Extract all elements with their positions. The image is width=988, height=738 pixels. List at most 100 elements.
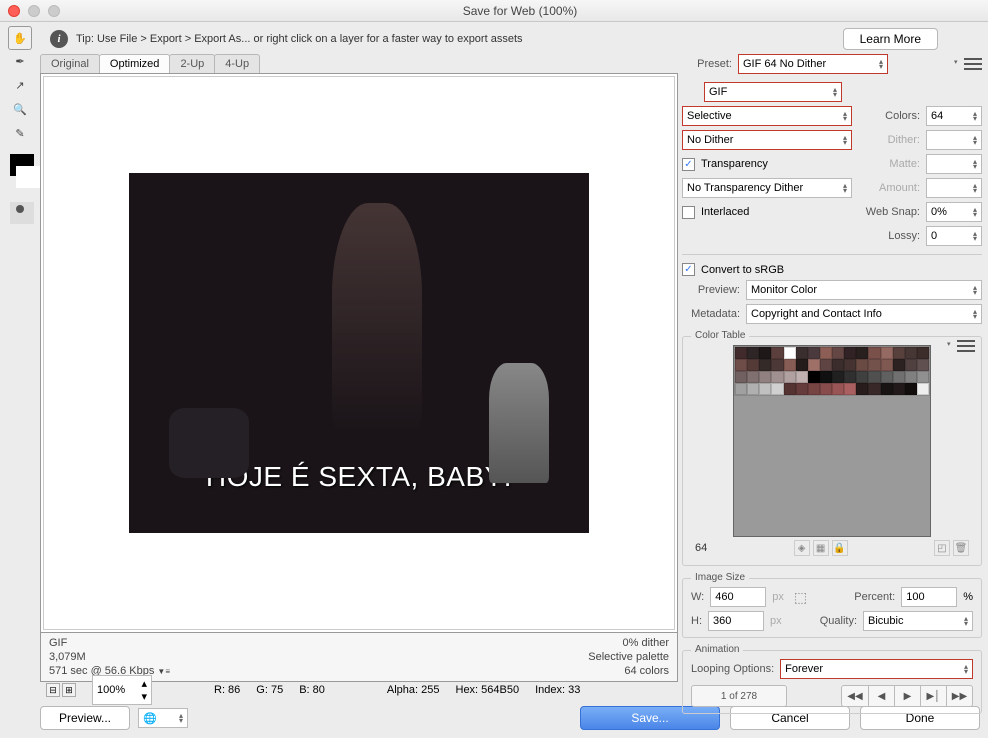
prev-frame-button[interactable]: ◀ [868, 686, 894, 706]
percent-input[interactable]: 100 [901, 587, 957, 607]
color-swatch[interactable] [784, 347, 796, 359]
color-swatch[interactable] [796, 371, 808, 383]
color-swatch[interactable] [832, 347, 844, 359]
ct-delete-icon[interactable]: 🗑 [953, 540, 969, 556]
color-swatch[interactable] [893, 359, 905, 371]
color-swatch[interactable] [808, 383, 820, 395]
looping-select[interactable]: Forever▴▾ [780, 659, 973, 679]
color-swatch[interactable] [771, 371, 783, 383]
color-swatch[interactable] [735, 359, 747, 371]
color-swatch[interactable] [735, 371, 747, 383]
slice-tool-icon[interactable]: ✒︎ [8, 50, 32, 72]
tab-original[interactable]: Original [40, 54, 100, 73]
color-reduction-select[interactable]: Selective▴▾ [682, 106, 852, 126]
next-frame-button[interactable]: ▶│ [920, 686, 946, 706]
color-swatch[interactable] [796, 347, 808, 359]
background-swatch[interactable] [16, 166, 40, 188]
slice-select-tool-icon[interactable]: ↗︎ [8, 74, 32, 96]
color-swatch[interactable] [881, 347, 893, 359]
eyedropper-tool-icon[interactable]: ✎ [8, 122, 32, 144]
zoom-window-button[interactable] [48, 5, 60, 17]
color-swatch[interactable] [759, 347, 771, 359]
ct-lock-icon[interactable]: 🔒 [832, 540, 848, 556]
last-frame-button[interactable]: ▶▶ [946, 686, 972, 706]
lossy-input[interactable]: 0▴▾ [926, 226, 982, 246]
ct-map-icon[interactable]: ▦ [813, 540, 829, 556]
matte-select[interactable]: ▴▾ [926, 154, 982, 174]
color-swatch[interactable] [917, 371, 929, 383]
tab-optimized[interactable]: Optimized [99, 54, 171, 73]
color-swatch[interactable] [881, 383, 893, 395]
color-swatch[interactable] [905, 371, 917, 383]
color-swatch[interactable] [735, 383, 747, 395]
minimize-window-button[interactable] [28, 5, 40, 17]
color-swatch[interactable] [808, 347, 820, 359]
hand-tool-button[interactable]: ✋ [8, 26, 32, 50]
color-swatch[interactable] [759, 359, 771, 371]
speed-menu-icon[interactable]: ▼≡ [157, 667, 170, 676]
preset-menu-icon[interactable] [964, 57, 982, 71]
color-swatch[interactable] [796, 359, 808, 371]
color-swatch[interactable] [784, 371, 796, 383]
color-swatch[interactable] [747, 371, 759, 383]
color-swatch[interactable] [759, 371, 771, 383]
color-swatch[interactable] [893, 347, 905, 359]
zoom-out-icon[interactable]: ⊟ [46, 683, 60, 697]
tab-4up[interactable]: 4-Up [214, 54, 260, 73]
link-icon[interactable]: ⬚ [794, 589, 807, 606]
zoom-in-icon[interactable]: ⊞ [62, 683, 76, 697]
interlaced-checkbox[interactable] [682, 206, 695, 219]
preview-canvas[interactable]: HOJE É SEXTA, BABY! [43, 76, 675, 630]
color-swatch[interactable] [784, 359, 796, 371]
color-swatch[interactable] [747, 383, 759, 395]
color-swatch[interactable] [820, 347, 832, 359]
color-swatch[interactable] [844, 359, 856, 371]
color-swatch[interactable] [917, 347, 929, 359]
color-swatch[interactable] [856, 371, 868, 383]
learn-more-button[interactable]: Learn More [843, 28, 938, 50]
color-table-menu-icon[interactable] [957, 339, 975, 353]
color-swatch[interactable] [820, 359, 832, 371]
color-swatch[interactable] [808, 371, 820, 383]
color-swatch[interactable] [893, 383, 905, 395]
color-swatch[interactable] [856, 359, 868, 371]
color-swatch[interactable] [868, 347, 880, 359]
preview-button[interactable]: Preview... [40, 706, 130, 730]
quality-select[interactable]: Bicubic▴▾ [863, 611, 973, 631]
color-swatch[interactable] [771, 359, 783, 371]
color-swatch[interactable] [771, 347, 783, 359]
color-swatch[interactable] [917, 383, 929, 395]
color-swatch[interactable] [820, 383, 832, 395]
color-swatch[interactable] [881, 359, 893, 371]
metadata-select[interactable]: Copyright and Contact Info▴▾ [746, 304, 982, 324]
transparency-checkbox[interactable]: ✓ [682, 158, 695, 171]
format-select[interactable]: GIF▴▾ [704, 82, 842, 102]
preview-profile-select[interactable]: Monitor Color▴▾ [746, 280, 982, 300]
tab-2up[interactable]: 2-Up [169, 54, 215, 73]
color-swatch[interactable] [844, 371, 856, 383]
width-input[interactable]: 460 [710, 587, 766, 607]
color-swatch[interactable] [747, 359, 759, 371]
color-swatch[interactable] [844, 383, 856, 395]
color-swatch[interactable] [820, 371, 832, 383]
color-swatch[interactable] [735, 347, 747, 359]
transparency-dither-select[interactable]: No Transparency Dither▴▾ [682, 178, 852, 198]
color-swatch[interactable] [868, 371, 880, 383]
browser-preview-select[interactable]: 🌐▴▾ [138, 708, 188, 728]
color-swatch[interactable] [759, 383, 771, 395]
srgb-checkbox[interactable]: ✓ [682, 263, 695, 276]
close-window-button[interactable] [8, 5, 20, 17]
color-swatch[interactable] [893, 371, 905, 383]
websnap-input[interactable]: 0%▴▾ [926, 202, 982, 222]
color-swatch[interactable] [856, 383, 868, 395]
zoom-level-select[interactable]: 100%▴▾ [92, 675, 152, 705]
dither-algorithm-select[interactable]: No Dither▴▾ [682, 130, 852, 150]
ct-new-icon[interactable]: ◰ [934, 540, 950, 556]
color-swatch[interactable] [832, 383, 844, 395]
first-frame-button[interactable]: ◀◀ [842, 686, 868, 706]
color-table-grid[interactable] [734, 346, 930, 396]
color-swatch[interactable] [808, 359, 820, 371]
preset-select[interactable]: GIF 64 No Dither▴▾ [738, 54, 888, 74]
color-swatch[interactable] [905, 359, 917, 371]
play-button[interactable]: ▶ [894, 686, 920, 706]
